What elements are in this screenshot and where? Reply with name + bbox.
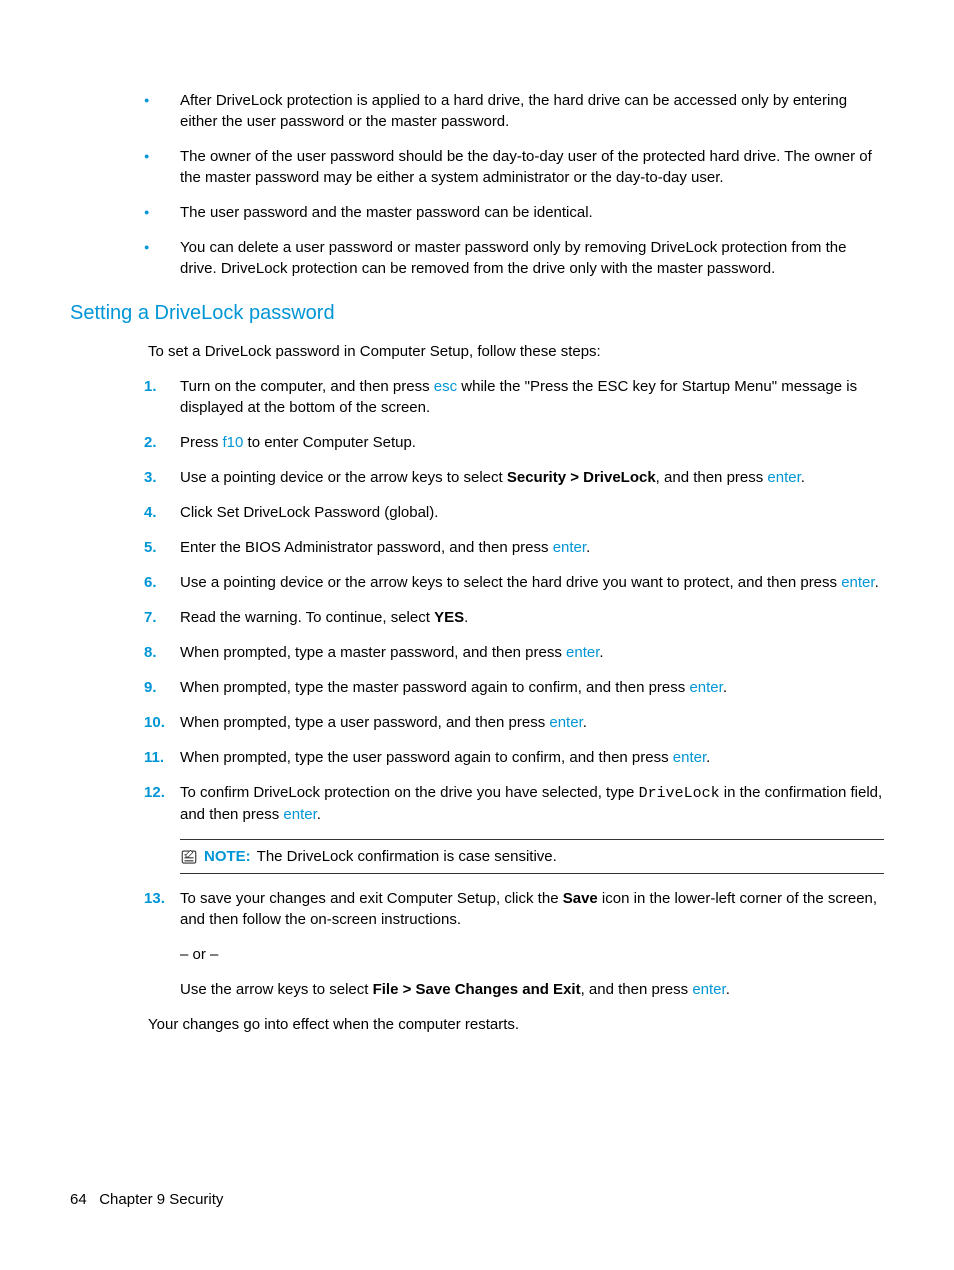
key-f10: f10 bbox=[223, 434, 244, 451]
step-item: Use a pointing device or the arrow keys … bbox=[144, 467, 884, 488]
closing-paragraph: Your changes go into effect when the com… bbox=[148, 1014, 884, 1035]
step-text: To confirm DriveLock protection on the d… bbox=[180, 784, 639, 801]
step-item: When prompted, type a user password, and… bbox=[144, 712, 884, 733]
step-text: Turn on the computer, and then press bbox=[180, 378, 434, 395]
bullet-item: After DriveLock protection is applied to… bbox=[144, 90, 884, 132]
step-text: to enter Computer Setup. bbox=[243, 434, 416, 451]
note-box: NOTE: The DriveLock confirmation is case… bbox=[180, 839, 884, 874]
step-text: . bbox=[464, 609, 468, 626]
or-separator: – or – bbox=[180, 944, 884, 965]
step-text: , and then press bbox=[656, 469, 768, 486]
key-enter: enter bbox=[283, 806, 316, 823]
key-enter: enter bbox=[549, 714, 582, 731]
step-text: . bbox=[726, 981, 730, 998]
step-text: When prompted, type the master password … bbox=[180, 679, 689, 696]
step-item: Use a pointing device or the arrow keys … bbox=[144, 572, 884, 593]
key-enter: enter bbox=[692, 981, 725, 998]
page-number: 64 bbox=[70, 1191, 87, 1208]
step-item: Read the warning. To continue, select YE… bbox=[144, 607, 884, 628]
step-text: . bbox=[801, 469, 805, 486]
step-item: When prompted, type the master password … bbox=[144, 677, 884, 698]
step-text: Use a pointing device or the arrow keys … bbox=[180, 469, 507, 486]
note-label: NOTE: bbox=[204, 846, 251, 867]
step-item: To confirm DriveLock protection on the d… bbox=[144, 782, 884, 874]
step-text: . bbox=[583, 714, 587, 731]
bold-text: File > Save Changes and Exit bbox=[373, 981, 581, 998]
mono-text: DriveLock bbox=[639, 785, 720, 802]
key-enter: enter bbox=[566, 644, 599, 661]
step-text: . bbox=[706, 749, 710, 766]
bold-text: Security > DriveLock bbox=[507, 469, 656, 486]
step-item: To save your changes and exit Computer S… bbox=[144, 888, 884, 1000]
step-item: When prompted, type the user password ag… bbox=[144, 747, 884, 768]
key-enter: enter bbox=[689, 679, 722, 696]
page-footer: 64 Chapter 9 Security bbox=[70, 1189, 223, 1210]
step-item: Press f10 to enter Computer Setup. bbox=[144, 432, 884, 453]
step-text: When prompted, type the user password ag… bbox=[180, 749, 673, 766]
step-text: . bbox=[723, 679, 727, 696]
bold-text: YES bbox=[434, 609, 464, 626]
step-text: . bbox=[317, 806, 321, 823]
step-item: Turn on the computer, and then press esc… bbox=[144, 376, 884, 418]
steps-list: Turn on the computer, and then press esc… bbox=[70, 376, 884, 1000]
step-text: When prompted, type a master password, a… bbox=[180, 644, 566, 661]
step-text: Enter the BIOS Administrator password, a… bbox=[180, 539, 553, 556]
step-text: . bbox=[586, 539, 590, 556]
step-text: Read the warning. To continue, select bbox=[180, 609, 434, 626]
step-item: Enter the BIOS Administrator password, a… bbox=[144, 537, 884, 558]
key-enter: enter bbox=[673, 749, 706, 766]
key-enter: enter bbox=[553, 539, 586, 556]
step-text: . bbox=[599, 644, 603, 661]
chapter-label: Chapter 9 Security bbox=[99, 1191, 223, 1208]
bold-text: Save bbox=[563, 890, 598, 907]
intro-paragraph: To set a DriveLock password in Computer … bbox=[148, 341, 884, 362]
step-text: Use a pointing device or the arrow keys … bbox=[180, 574, 841, 591]
bullet-item: The user password and the master passwor… bbox=[144, 202, 884, 223]
step-item: When prompted, type a master password, a… bbox=[144, 642, 884, 663]
key-enter: enter bbox=[767, 469, 800, 486]
step-item: Click Set DriveLock Password (global). bbox=[144, 502, 884, 523]
key-esc: esc bbox=[434, 378, 457, 395]
step-text: To save your changes and exit Computer S… bbox=[180, 890, 563, 907]
key-enter: enter bbox=[841, 574, 874, 591]
step-text: When prompted, type a user password, and… bbox=[180, 714, 549, 731]
section-heading: Setting a DriveLock password bbox=[70, 299, 884, 327]
bullet-item: The owner of the user password should be… bbox=[144, 146, 884, 188]
note-icon bbox=[180, 848, 198, 866]
note-text: The DriveLock confirmation is case sensi… bbox=[257, 846, 557, 867]
step-text: Use the arrow keys to select bbox=[180, 981, 373, 998]
step-text: . bbox=[875, 574, 879, 591]
step-text: Press bbox=[180, 434, 223, 451]
step-text: , and then press bbox=[581, 981, 693, 998]
bullet-item: You can delete a user password or master… bbox=[144, 237, 884, 279]
intro-bullet-list: After DriveLock protection is applied to… bbox=[70, 90, 884, 279]
